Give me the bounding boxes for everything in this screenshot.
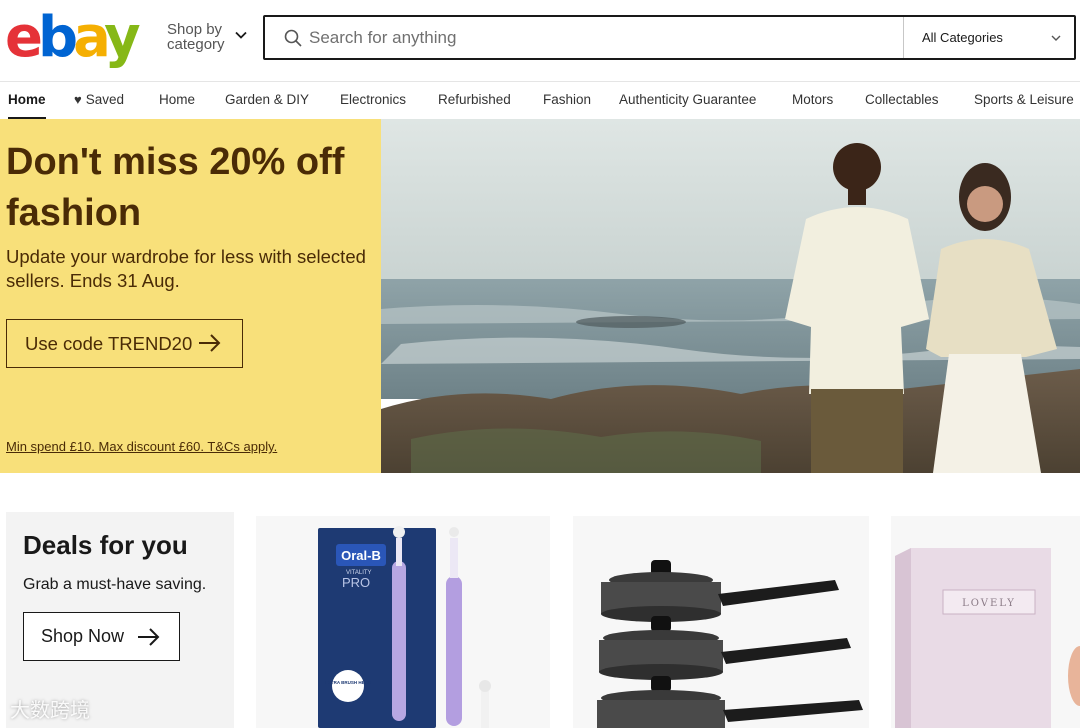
hero-subtitle: Update your wardrobe for less with selec… <box>6 246 366 291</box>
category-label: category <box>167 36 225 53</box>
search-bar: All Categories <box>263 15 1076 60</box>
hero-banner[interactable]: Don't miss 20% off fashion Update your w… <box>0 119 1080 473</box>
nav-item-sports-leisure[interactable]: Sports & Leisure <box>974 83 1074 119</box>
hero-text-panel: Don't miss 20% off fashion Update your w… <box>0 119 381 473</box>
category-select[interactable]: All Categories <box>903 17 1076 58</box>
ebay-logo[interactable]: ebay <box>5 5 141 70</box>
chevron-down-icon[interactable] <box>234 28 248 42</box>
lovely-label: LOVELY <box>962 598 1016 609</box>
use-code-button[interactable]: Use code TREND20 <box>6 319 243 368</box>
shop-now-button[interactable]: Shop Now <box>23 612 180 661</box>
use-code-label: Use code TREND20 <box>25 332 193 354</box>
chevron-down-icon <box>1051 35 1061 41</box>
nav-label: Motors <box>792 92 834 107</box>
nav-item-saved[interactable]: ♥ Saved <box>74 83 124 119</box>
hero-title: Don't miss 20% off fashion <box>6 141 345 234</box>
deal-tile-saucepans[interactable] <box>573 516 869 728</box>
nav-label: Home <box>8 92 46 107</box>
nav-item-motors[interactable]: Motors <box>792 83 833 119</box>
search-icon <box>284 29 302 47</box>
deals-title: Deals for you <box>23 530 188 560</box>
hero-photo-couple-at-beach <box>381 119 1080 473</box>
shop-by-label: Shop by <box>167 21 223 38</box>
nav-item-collectables[interactable]: Collectables <box>865 83 939 119</box>
toothbrush-image: Oral-B VITALITY PRO EXTRA BRUSH HEAD <box>318 526 491 728</box>
logo-letter-e: e <box>5 5 43 70</box>
header: ebay Shop by category All Categories <box>0 0 1080 82</box>
shop-by-category-button[interactable]: Shop by category <box>167 22 225 52</box>
category-select-value: All Categories <box>922 30 1003 45</box>
arrow-right-icon <box>199 334 221 352</box>
nav-label: Fashion <box>543 92 592 107</box>
logo-letter-a: a <box>73 5 109 70</box>
deals-subtitle: Grab a must-have saving. <box>23 576 207 593</box>
logo-letter-b: b <box>37 5 78 70</box>
extra-brush-head-badge: EXTRA BRUSH HEAD <box>325 680 372 685</box>
search-input[interactable] <box>309 17 899 58</box>
category-nav: Home ♥ Saved Home Garden & DIY Electronic… <box>0 83 1080 119</box>
nav-label: Sports & Leisure <box>974 92 1074 107</box>
deal-tile-toothbrush[interactable]: Oral-B VITALITY PRO EXTRA BRUSH HEAD <box>256 516 550 728</box>
nav-label: Saved <box>85 92 124 107</box>
heart-icon: ♥ <box>74 92 82 107</box>
nav-item-authenticity-guarantee[interactable]: Authenticity Guarantee <box>619 83 756 119</box>
nav-label: Home <box>159 92 196 107</box>
nav-item-fashion[interactable]: Fashion <box>543 83 591 119</box>
nav-item-electronics[interactable]: Electronics <box>340 83 406 119</box>
nav-item-home[interactable]: Home <box>8 83 46 119</box>
nav-label: Authenticity Guarantee <box>619 92 757 107</box>
saucepan-set-image <box>597 560 863 728</box>
pro-label: PRO <box>342 575 370 590</box>
shop-now-label: Shop Now <box>41 626 125 646</box>
nav-label: Collectables <box>865 92 939 107</box>
nav-item-home-category[interactable]: Home <box>159 83 195 119</box>
arrow-right-icon <box>138 628 160 646</box>
nav-item-garden-diy[interactable]: Garden & DIY <box>225 83 309 119</box>
nav-item-refurbished[interactable]: Refurbished <box>438 83 511 119</box>
deal-tile-perfume[interactable]: LOVELY <box>891 516 1080 728</box>
oral-b-brand: Oral-B <box>341 548 381 563</box>
perfume-box-image: LOVELY <box>895 548 1080 728</box>
watermark: 大数跨境 <box>10 698 90 722</box>
nav-label: Refurbished <box>438 92 511 107</box>
terms-link[interactable]: Min spend £10. Max discount £60. T&Cs ap… <box>6 439 277 454</box>
nav-label: Garden & DIY <box>225 92 310 107</box>
nav-label: Electronics <box>340 92 407 107</box>
logo-letter-y: y <box>104 5 140 70</box>
